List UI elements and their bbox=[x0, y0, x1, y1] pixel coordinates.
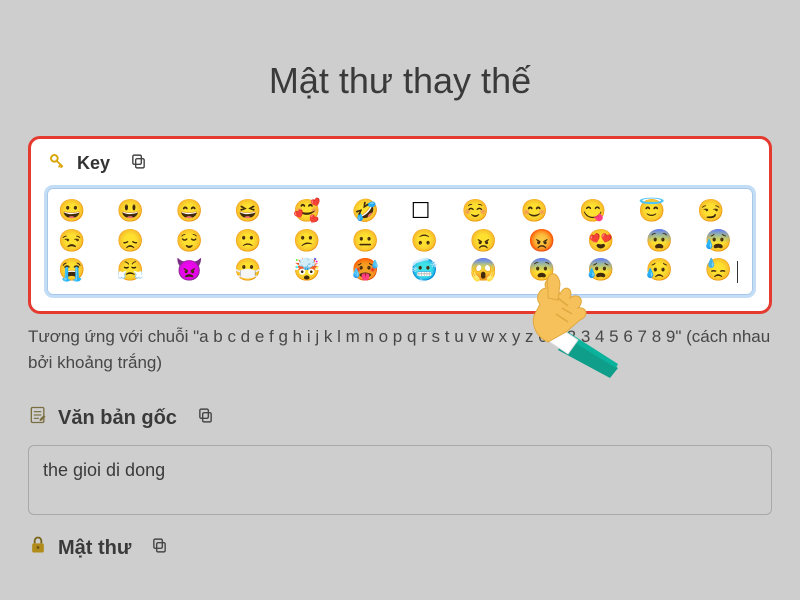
cipher-header: Mật thư bbox=[28, 535, 772, 561]
original-value: the gioi di dong bbox=[43, 460, 165, 480]
key-panel: Key 😀 😃 😄 😆 🥰 🤣 ☐ ☺ 😊 😋 😇 😏 😒 😞 😌 🙁 😕 😐 … bbox=[28, 136, 772, 314]
key-hint: Tương ứng với chuỗi "a b c d e f g h i j… bbox=[28, 324, 772, 375]
copy-cipher-button[interactable] bbox=[151, 537, 168, 560]
original-section: Văn bản gốc the gioi di dong bbox=[28, 405, 772, 515]
key-label: Key bbox=[77, 153, 110, 174]
copy-original-button[interactable] bbox=[197, 407, 214, 430]
text-caret bbox=[737, 261, 738, 283]
original-input[interactable]: the gioi di dong bbox=[28, 445, 772, 515]
key-input[interactable]: 😀 😃 😄 😆 🥰 🤣 ☐ ☺ 😊 😋 😇 😏 😒 😞 😌 🙁 😕 😐 🙃 😠 … bbox=[47, 188, 753, 295]
original-header: Văn bản gốc bbox=[28, 405, 772, 431]
page-title: Mật thư thay thế bbox=[28, 60, 772, 102]
copy-key-button[interactable] bbox=[130, 153, 147, 175]
document-icon bbox=[28, 405, 48, 431]
key-header: Key bbox=[47, 151, 753, 176]
key-icon bbox=[47, 151, 67, 176]
lock-icon bbox=[28, 535, 48, 561]
cipher-label: Mật thư bbox=[58, 537, 131, 560]
cipher-page: Mật thư thay thế Key bbox=[0, 0, 800, 600]
original-label: Văn bản gốc bbox=[58, 407, 177, 430]
key-value: 😀 😃 😄 😆 🥰 🤣 ☐ ☺ 😊 😋 😇 😏 😒 😞 😌 🙁 😕 😐 🙃 😠 … bbox=[58, 199, 734, 283]
